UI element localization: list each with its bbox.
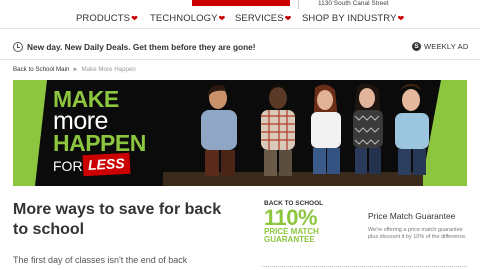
nav-item-label: SERVICES — [235, 13, 284, 24]
green-stripe-left — [13, 80, 47, 186]
student-figure — [201, 84, 237, 176]
heart-icon: ❤ — [218, 14, 226, 23]
page-title: More ways to save for back to school — [13, 201, 222, 238]
chevron-right-icon: ► — [72, 66, 79, 73]
nav-item-technology[interactable]: TECHNOLOGY❤ — [150, 12, 225, 25]
heart-icon: ❤ — [131, 14, 138, 23]
nav-item-services[interactable]: SERVICES❤ — [235, 12, 291, 25]
nav-divider — [0, 28, 480, 29]
top-strip: 1130 South Canal Street — [0, 0, 480, 10]
nav-item-label: PRODUCTS — [76, 13, 131, 24]
stage-floor — [163, 172, 423, 186]
price-match-description: We're offering a price match guarantee p… — [368, 227, 467, 240]
price-match-logo-line2: GUARANTEE — [264, 235, 315, 244]
price-match-divider — [262, 266, 467, 267]
breadcrumb-back-to-school[interactable]: Back to School Main — [13, 66, 69, 73]
nav-item-label: SHOP BY INDUSTRY — [302, 13, 397, 24]
weekly-ad-icon[interactable]: S — [412, 42, 421, 51]
weekly-ad-link[interactable]: WEEKLY AD — [424, 42, 468, 52]
main-nav: PRODUCTS❤ TECHNOLOGY❤ SERVICES❤ SHOP BY … — [0, 12, 480, 26]
student-figure — [311, 84, 341, 174]
daily-deals-link[interactable]: New day. New Daily Deals. Get them befor… — [27, 42, 256, 52]
hero-less-badge: LESS — [82, 152, 131, 177]
price-match-title[interactable]: Price Match Guarantee — [368, 211, 455, 221]
hero-for: FOR — [53, 158, 83, 174]
daily-deals-bar: New day. New Daily Deals. Get them befor… — [0, 39, 480, 57]
nav-item-label: TECHNOLOGY — [150, 13, 218, 24]
breadcrumb: Back to School Main ► Make More Happen — [13, 66, 136, 74]
heart-icon: ❤ — [397, 14, 405, 23]
price-match-logo[interactable]: BACK TO SCHOOL 110% PRICE MATCH GUARANTE… — [264, 200, 326, 244]
student-figure — [261, 84, 295, 176]
student-figure — [353, 83, 383, 174]
nav-item-shop-by-industry[interactable]: SHOP BY INDUSTRY❤ — [302, 12, 404, 25]
brand-red-bar — [192, 0, 290, 6]
store-address: 1130 South Canal Street — [318, 0, 389, 7]
breadcrumb-current: Make More Happen — [81, 66, 136, 73]
dealbar-divider — [0, 59, 480, 60]
clock-icon — [13, 42, 23, 52]
hero-headline-happen: HAPPEN — [53, 130, 146, 156]
top-divider — [298, 0, 299, 9]
student-figure — [395, 84, 429, 175]
intro-paragraph: The first day of classes isn't the end o… — [13, 255, 188, 265]
price-match-percent: 110% — [264, 205, 318, 230]
heart-icon: ❤ — [284, 14, 292, 23]
hero-banner[interactable]: MAKE more HAPPEN FOR LESS — [13, 80, 467, 186]
nav-item-products[interactable]: PRODUCTS❤ — [76, 12, 138, 25]
